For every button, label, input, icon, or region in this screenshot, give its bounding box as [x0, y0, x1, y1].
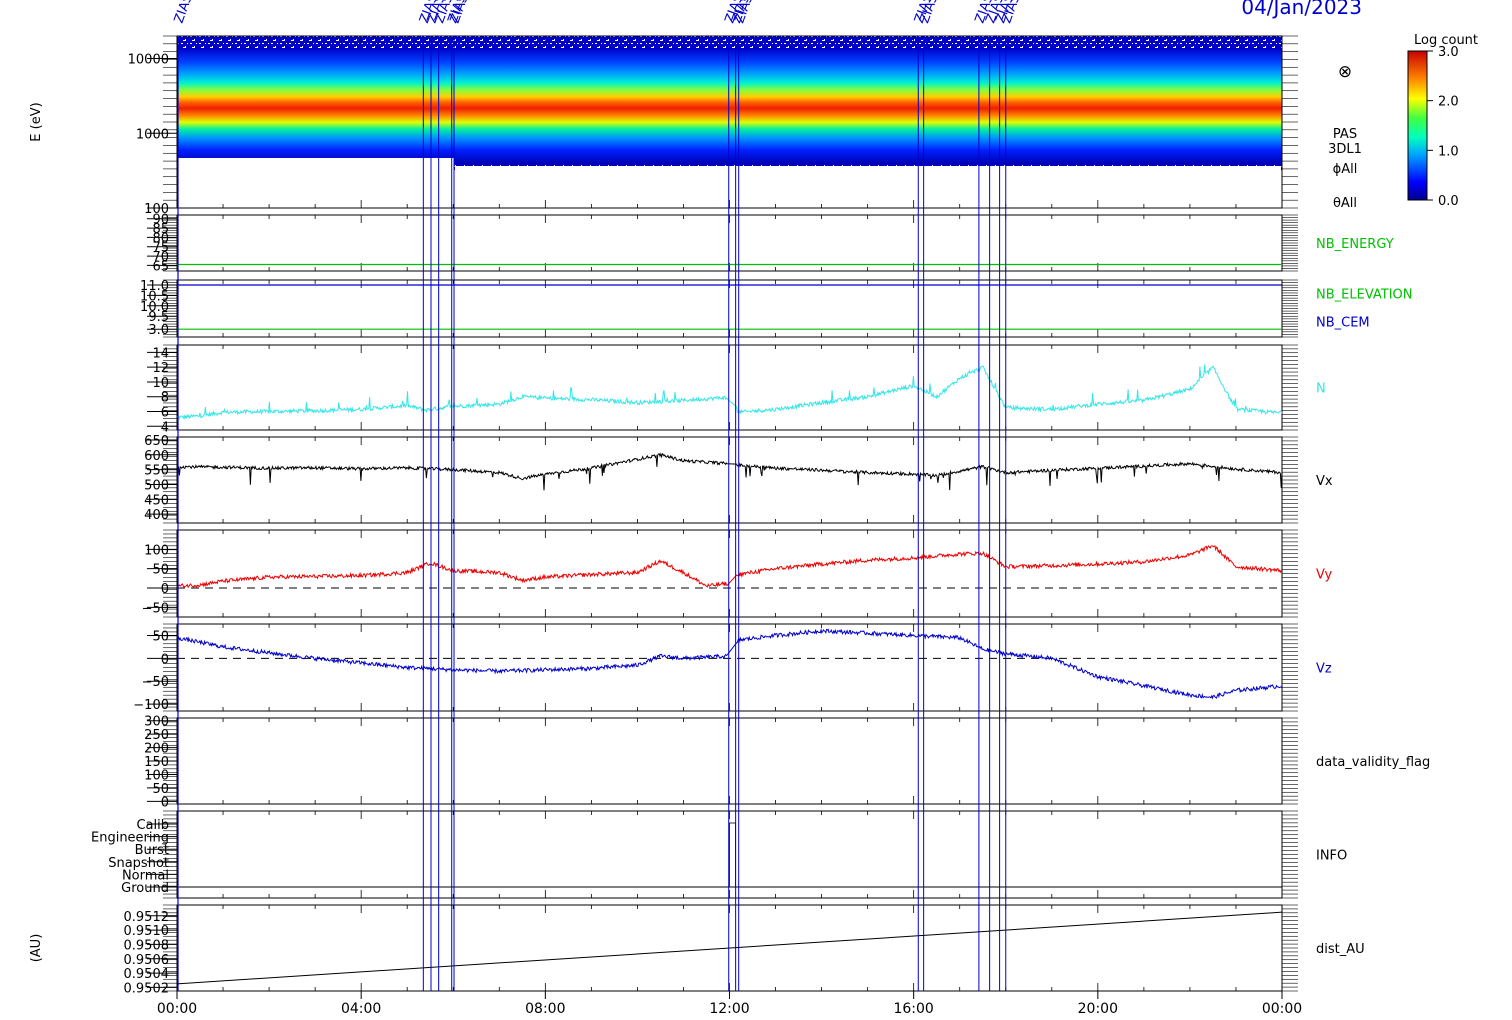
- series-Vx: [176, 452, 1283, 491]
- x-tick-label: 12:00: [709, 1001, 749, 1017]
- energy-label-3dl1: 3DL1: [1328, 142, 1362, 157]
- energy-label-theta: θAll: [1333, 196, 1357, 211]
- x-tick-label: 04:00: [341, 1001, 381, 1017]
- spectrogram-band: [177, 48, 1282, 164]
- event-marker-label: ZIAS: [172, 0, 196, 25]
- colorbar-tick-label: 1.0: [1438, 144, 1459, 159]
- dist-tick: 0.9510: [124, 924, 170, 939]
- energy-y-tick: 1000: [136, 127, 169, 142]
- panel-frame-Vx: [176, 436, 1283, 524]
- y-tick-label: 50: [152, 563, 169, 578]
- info-state-ground: Ground: [121, 881, 169, 896]
- nb-cem-label: NB_CEM: [1316, 316, 1370, 331]
- dist-line: [176, 911, 1283, 985]
- nb-elevation-frame: [176, 279, 1283, 338]
- nb-elevation-tick: 3.0: [148, 323, 169, 338]
- colorbar-ticks: 3.0 2.0 1.0 0.0: [1427, 45, 1459, 209]
- y-tick-label: 450: [144, 493, 169, 508]
- energy-label-pas: PAS: [1333, 127, 1357, 142]
- dist-tick: 0.9512: [124, 910, 170, 925]
- date-label: 04/Jan/2023: [1241, 0, 1362, 19]
- panel-frame-N: [176, 344, 1283, 431]
- validity-label: data_validity_flag: [1316, 755, 1430, 770]
- dist-label: dist_AU: [1316, 942, 1365, 957]
- label-Vx: Vx: [1316, 474, 1333, 489]
- info-label: INFO: [1316, 849, 1347, 864]
- y-tick-label: −100: [133, 698, 169, 713]
- spectrogram-gap-blank: [178, 158, 454, 208]
- y-tick-label: 400: [144, 508, 169, 523]
- dist-tick: 0.9508: [124, 938, 170, 953]
- y-tick-label: 500: [144, 478, 169, 493]
- dist-tick: 0.9502: [124, 981, 170, 996]
- y-tick-label: 650: [144, 434, 169, 449]
- dist-ylabel: (AU): [29, 934, 44, 963]
- label-Vy: Vy: [1316, 568, 1333, 583]
- y-tick-label: 50: [152, 629, 169, 644]
- y-tick-label: 0: [161, 652, 169, 667]
- label-Vz: Vz: [1316, 662, 1332, 677]
- validity-frame: [176, 717, 1283, 805]
- energy-spectrogram: [177, 36, 1282, 208]
- x-tick-label: 00:00: [157, 1001, 197, 1017]
- validity-tick: 0: [161, 795, 169, 810]
- y-tick-label: 6: [161, 406, 169, 421]
- y-tick-label: 10: [152, 376, 169, 391]
- y-tick-label: 600: [144, 449, 169, 464]
- dist-tick: 0.9506: [124, 953, 170, 968]
- y-tick-label: 14: [152, 346, 169, 361]
- y-tick-label: 8: [161, 391, 169, 406]
- energy-symbol: ⊗: [1338, 62, 1352, 82]
- y-tick-label: −50: [142, 675, 169, 690]
- panel-frame-Vy: [176, 529, 1283, 618]
- nb-energy-label: NB_ENERGY: [1316, 237, 1394, 252]
- colorbar-tick-label: 3.0: [1438, 45, 1459, 60]
- x-tick-label: 16:00: [893, 1001, 933, 1017]
- y-tick-label: 12: [152, 361, 169, 376]
- colorbar-tick-label: 2.0: [1438, 95, 1459, 110]
- series-Vz: [176, 627, 1283, 700]
- x-tick-label: 20:00: [1078, 1001, 1118, 1017]
- colorbar-tick-label: 0.0: [1438, 194, 1459, 209]
- summary-plot: 04/Jan/2023 Log count 3.02.01.00.0 ⊗ PAS…: [29, 0, 1478, 1017]
- nb-energy-tick: 65: [152, 259, 169, 274]
- series-N: [176, 364, 1283, 421]
- x-tick-label: 00:00: [1262, 1001, 1302, 1017]
- label-N: N: [1316, 382, 1326, 397]
- energy-ylabel: E (eV): [29, 102, 44, 141]
- energy-y-tick: 10000: [128, 53, 169, 68]
- nb-elevation-label: NB_ELEVATION: [1316, 288, 1413, 303]
- colorbar: [1407, 50, 1428, 201]
- y-tick-label: 0: [161, 582, 169, 597]
- nb-energy-frame: [176, 214, 1283, 272]
- x-tick-label: 08:00: [525, 1001, 565, 1017]
- info-blip: [729, 822, 736, 888]
- energy-label-phi: ϕAll: [1333, 162, 1358, 177]
- y-tick-label: 550: [144, 464, 169, 479]
- spectrogram-gap-blank: [455, 166, 1281, 208]
- time-axis: 00:00 04:00 08:00 12:00 16:00 20:00 00:00: [157, 991, 1302, 1017]
- y-tick-label: −50: [142, 601, 169, 616]
- panel-frame-Vz: [176, 623, 1283, 712]
- series-Vy: [176, 544, 1283, 589]
- y-tick-label: 100: [144, 543, 169, 558]
- dist-tick: 0.9504: [124, 967, 170, 982]
